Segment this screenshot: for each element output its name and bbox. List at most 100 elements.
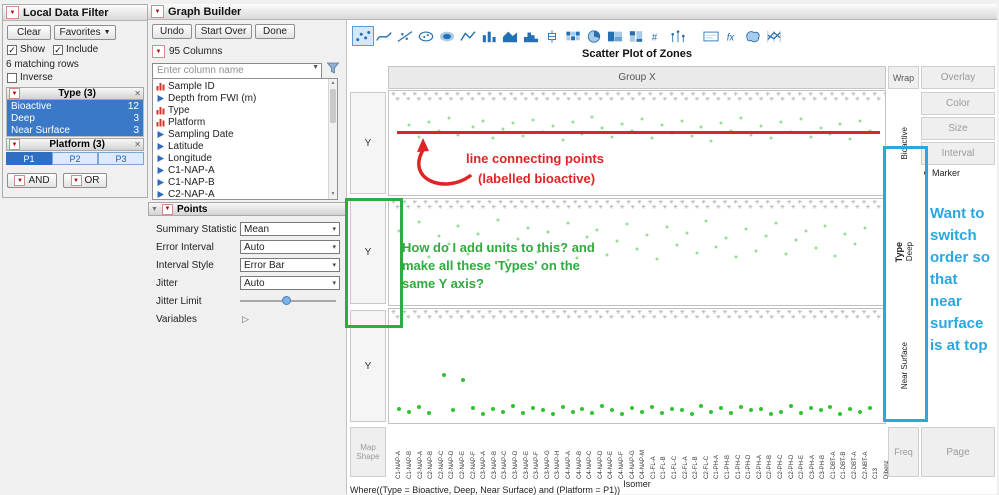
column-item-depth-from-fwi-m[interactable]: Depth from FWI (m) <box>153 92 328 104</box>
favorites-button[interactable]: Favorites ▼ <box>54 25 116 40</box>
close-icon[interactable]: ✕ <box>134 89 141 98</box>
and-button[interactable]: ▼ AND <box>7 173 57 188</box>
scroll-up-icon[interactable]: ▲ <box>329 79 337 88</box>
column-item-latitude[interactable]: Latitude <box>153 140 328 152</box>
show-checkbox[interactable]: ✓Show <box>7 44 45 55</box>
column-item-sample-id[interactable]: Sample ID <box>153 80 328 92</box>
toolbar-icon-heatmap[interactable] <box>562 26 584 46</box>
data-point <box>590 411 594 415</box>
red-triangle-menu-icon[interactable]: ▼ <box>6 6 19 19</box>
points-setting-jitter-limit: Jitter Limit <box>148 292 346 310</box>
toolbar-icon-line-of-fit[interactable] <box>394 26 416 46</box>
x-tick-label: C3-PH-A <box>809 427 818 479</box>
inverse-checkbox[interactable]: Inverse <box>7 72 53 83</box>
toolbar-icon-points[interactable] <box>352 26 374 46</box>
drop-zone-size[interactable]: Size <box>921 117 995 140</box>
toolbar-icon-caption-box[interactable] <box>700 26 722 46</box>
platform-option-p2[interactable]: P2 <box>52 152 98 165</box>
data-point <box>640 410 644 414</box>
jitter-limit-slider[interactable] <box>240 300 336 302</box>
red-triangle-menu-icon[interactable]: ▼ <box>9 139 20 150</box>
x-tick-label: C1-FL-C <box>671 427 680 479</box>
filter-funnel-icon[interactable] <box>326 61 340 75</box>
y-axis-zone-1[interactable]: Y <box>350 92 386 194</box>
toolbar-icon-pie[interactable] <box>583 26 605 46</box>
toolbar-icon-line[interactable] <box>457 26 479 46</box>
drop-zone-interval[interactable]: Interval <box>921 142 995 165</box>
toolbar-icon-formula[interactable]: fx <box>721 26 743 46</box>
column-search-input[interactable] <box>152 63 322 79</box>
red-triangle-menu-icon[interactable]: ▼ <box>151 5 164 18</box>
scroll-down-icon[interactable]: ▼ <box>329 190 337 199</box>
toolbar-icon-map-shapes[interactable] <box>742 26 764 46</box>
continuous-column-icon <box>156 190 165 199</box>
group-x-zone[interactable]: Group X <box>388 66 886 89</box>
data-point <box>769 136 772 139</box>
svg-text:#: # <box>652 32 658 43</box>
disclosure-triangle-icon[interactable]: ▼ <box>151 206 158 213</box>
column-item-platform[interactable]: Platform <box>153 116 328 128</box>
close-icon[interactable]: ✕ <box>134 140 141 149</box>
x-tick-label: C3-NAP-F <box>533 427 542 479</box>
undo-button[interactable]: Undo <box>152 24 192 39</box>
toolbar-icon-parallel[interactable] <box>763 26 785 46</box>
toolbar-icon-area[interactable] <box>499 26 521 46</box>
data-point <box>551 412 555 416</box>
column-list-scrollbar[interactable]: ▲ ▼ <box>328 79 337 199</box>
data-point <box>779 121 782 124</box>
red-triangle-menu-icon[interactable]: ▼ <box>9 88 20 99</box>
data-point <box>834 255 837 258</box>
and-label: AND <box>28 175 49 186</box>
x-tick-label: C1-DBT-A <box>830 427 839 479</box>
data-point <box>839 123 842 126</box>
summary-statistic-select[interactable]: Mean▾ <box>240 222 340 236</box>
drop-zone-overlay[interactable]: Overlay <box>921 66 995 89</box>
data-point <box>784 253 787 256</box>
red-triangle-menu-icon[interactable]: ▼ <box>152 45 165 58</box>
toolbar-icon-needle[interactable] <box>667 26 689 46</box>
toolbar-icon-histogram[interactable] <box>520 26 542 46</box>
filter-value-bioactive[interactable]: Bioactive12 <box>7 100 143 112</box>
toolbar-icon-mosaic[interactable] <box>625 26 647 46</box>
filter-value-deep[interactable]: Deep3 <box>7 112 143 124</box>
platform-option-p1[interactable]: P1 <box>6 152 52 165</box>
toolbar-icon-box-plot[interactable] <box>541 26 563 46</box>
toolbar-icon-contour[interactable] <box>436 26 458 46</box>
toolbar-icon-bar[interactable] <box>478 26 500 46</box>
column-item-longitude[interactable]: Longitude <box>153 152 328 164</box>
freq-zone[interactable]: Freq <box>888 427 919 477</box>
data-point <box>690 412 694 416</box>
interval-style-select[interactable]: Error Bar▾ <box>240 258 340 272</box>
scrollbar-thumb[interactable] <box>330 89 336 123</box>
page-zone[interactable]: Page <box>921 427 995 477</box>
done-button[interactable]: Done <box>255 24 295 39</box>
toolbar-icon-treemap[interactable] <box>604 26 626 46</box>
jitter-select[interactable]: Auto▾ <box>240 276 340 290</box>
disclosure-icon[interactable]: ▷ <box>242 314 249 325</box>
error-interval-select[interactable]: Auto▾ <box>240 240 340 254</box>
data-point <box>685 231 688 234</box>
column-item-sampling-date[interactable]: Sampling Date <box>153 128 328 140</box>
filter-value-near-surface[interactable]: Near Surface3 <box>7 124 143 136</box>
data-point <box>600 404 604 408</box>
column-item-c2-nap-a[interactable]: C2-NAP-A <box>153 188 328 199</box>
map-shape-zone[interactable]: Map Shape <box>350 427 386 477</box>
checkbox-checked-icon: ✓ <box>7 45 17 55</box>
platform-option-p3[interactable]: P3 <box>98 152 144 165</box>
wrap-zone[interactable]: Wrap <box>888 66 919 89</box>
column-item-type[interactable]: Type <box>153 104 328 116</box>
red-triangle-menu-icon[interactable]: ▼ <box>162 204 173 215</box>
or-button[interactable]: ▼ OR <box>63 173 107 188</box>
drop-zone-color[interactable]: Color <box>921 92 995 115</box>
start-over-button[interactable]: Start Over <box>195 24 252 39</box>
toolbar-icon-smoother[interactable] <box>373 26 395 46</box>
toolbar-icon-ellipse[interactable] <box>415 26 437 46</box>
slider-thumb[interactable] <box>282 296 291 305</box>
column-item-c1-nap-a[interactable]: C1-NAP-A <box>153 164 328 176</box>
chevron-down-icon: ▼ <box>104 29 111 36</box>
clear-button[interactable]: Clear <box>7 25 51 40</box>
include-checkbox[interactable]: ✓Include <box>53 44 98 55</box>
column-item-c1-nap-b[interactable]: C1-NAP-B <box>153 176 328 188</box>
toolbar-icon-counts[interactable]: # <box>646 26 668 46</box>
chevron-down-icon[interactable]: ▼ <box>312 64 319 71</box>
